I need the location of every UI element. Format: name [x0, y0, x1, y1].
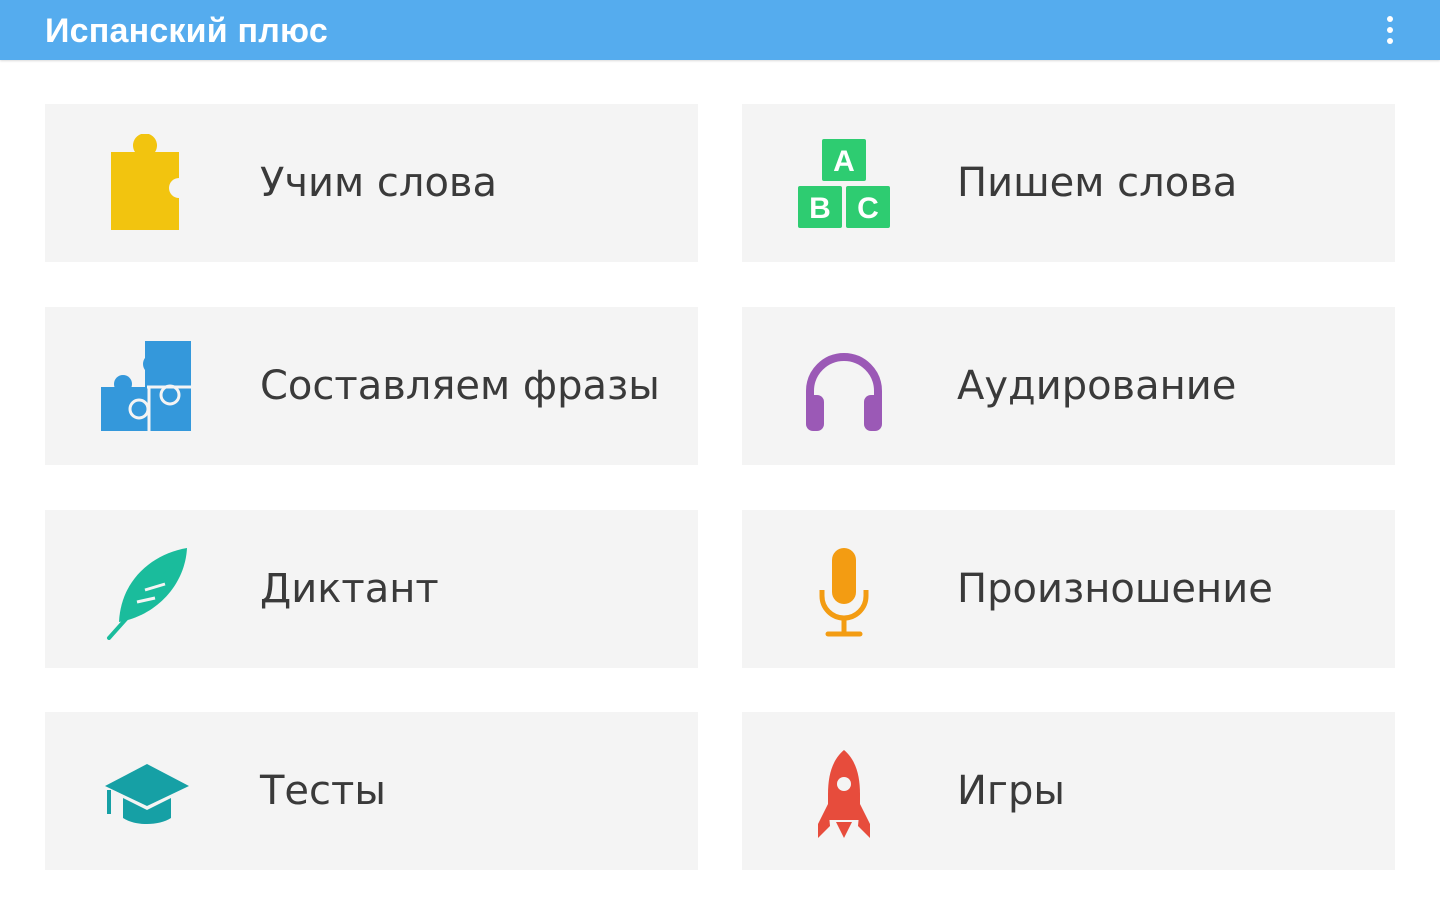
- tile-tests[interactable]: Тесты: [45, 712, 698, 870]
- tile-label: Учим слова: [260, 160, 498, 206]
- abc-letter: A: [833, 145, 855, 178]
- overflow-menu-icon[interactable]: [1378, 16, 1402, 44]
- abc-blocks-icon: A B C: [794, 134, 894, 234]
- app-title: Испанский плюс: [45, 12, 328, 50]
- tile-label: Диктант: [260, 566, 439, 612]
- tile-label: Игры: [957, 768, 1065, 814]
- menu-dot: [1387, 38, 1393, 44]
- tile-games[interactable]: Игры: [742, 712, 1395, 870]
- tile-label: Пишем слова: [957, 160, 1238, 206]
- puzzle-piece-icon: [97, 134, 197, 234]
- menu-dot: [1387, 27, 1393, 33]
- app-bar: Испанский плюс: [0, 0, 1440, 60]
- tile-label: Тесты: [260, 768, 386, 814]
- tile-label: Составляем фразы: [260, 363, 660, 409]
- abc-letter: C: [857, 192, 879, 225]
- tile-learn-words[interactable]: Учим слова: [45, 104, 698, 262]
- tile-dictation[interactable]: Диктант: [45, 510, 698, 668]
- rocket-icon: [794, 742, 894, 842]
- tile-compose-phrases[interactable]: Составляем фразы: [45, 307, 698, 465]
- tile-label: Аудирование: [957, 363, 1237, 409]
- tile-pronunciation[interactable]: Произношение: [742, 510, 1395, 668]
- microphone-icon: [794, 540, 894, 640]
- headphones-icon: [794, 337, 894, 437]
- graduation-cap-icon: [97, 742, 197, 842]
- puzzle-pieces-icon: [97, 337, 197, 437]
- tile-label: Произношение: [957, 566, 1273, 612]
- feather-icon: [97, 540, 197, 640]
- tile-listening[interactable]: Аудирование: [742, 307, 1395, 465]
- menu-dot: [1387, 16, 1393, 22]
- abc-letter: B: [809, 192, 831, 225]
- tile-write-words[interactable]: A B C Пишем слова: [742, 104, 1395, 262]
